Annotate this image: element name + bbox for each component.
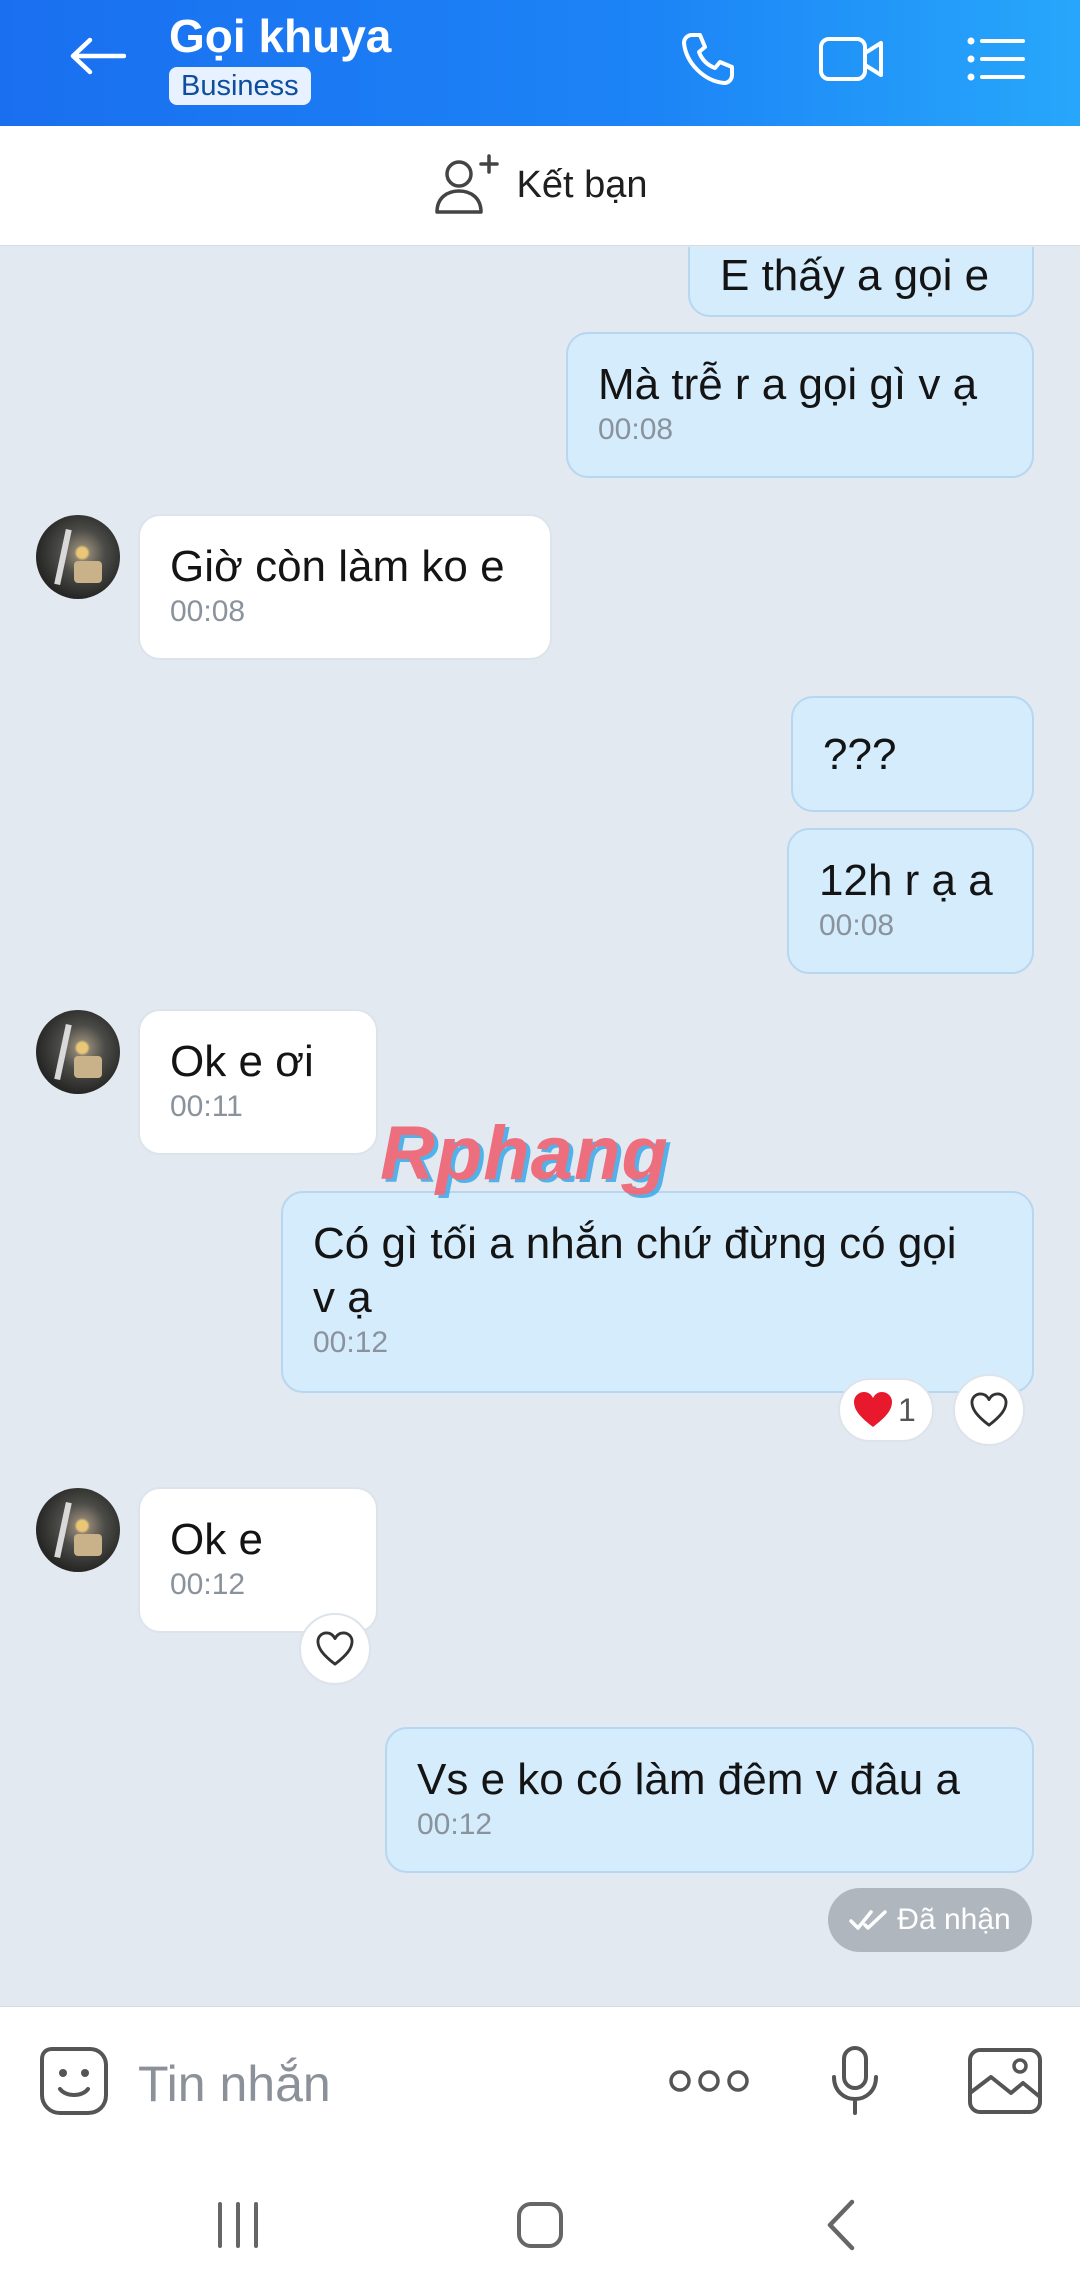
system-navigation-bar	[0, 2154, 1080, 2294]
message-text: 12h r ạ a	[819, 856, 993, 905]
chat-header: Gọi khuya Business	[0, 0, 1080, 126]
message-text-line2: v ạ	[313, 1273, 372, 1322]
message-time: 00:08	[598, 413, 674, 446]
message-composer: Tin nhắn	[0, 2006, 1080, 2154]
message-bubble-sent[interactable]: 12h r ạ a 00:08	[787, 828, 1034, 974]
message-text: Ok e	[170, 1515, 263, 1564]
video-call-icon	[819, 37, 883, 81]
message-time: 00:12	[417, 1808, 493, 1841]
message-bubble-sent[interactable]: Vs e ko có làm đêm v đâu a 00:12	[385, 1727, 1034, 1873]
sticker-button[interactable]	[34, 2041, 114, 2121]
message-input[interactable]: Tin nhắn	[138, 2055, 331, 2113]
system-back-button[interactable]	[802, 2190, 882, 2260]
contact-avatar[interactable]	[36, 1488, 120, 1572]
message-text: Có gì tối a nhắn chứ đừng có gọi	[313, 1219, 957, 1268]
heart-outline-icon	[970, 1392, 1008, 1427]
image-icon	[968, 2048, 1042, 2114]
message-bubble-sent[interactable]: Có gì tối a nhắn chứ đừng có gọi v ạ 00:…	[281, 1191, 1034, 1393]
back-icon	[827, 2199, 855, 2251]
more-button[interactable]	[664, 2041, 754, 2121]
video-call-button[interactable]	[813, 24, 889, 94]
double-check-icon	[849, 1910, 888, 1930]
message-text: Mà trễ r a gọi gì v ạ	[598, 360, 978, 409]
voice-button[interactable]	[815, 2041, 895, 2121]
message-time: 00:12	[170, 1568, 246, 1601]
business-badge: Business	[169, 67, 311, 105]
message-text: Giờ còn làm ko e	[170, 542, 505, 591]
sticker-icon	[40, 2047, 108, 2115]
message-text: Ok e ơi	[170, 1037, 314, 1086]
message-bubble-sent[interactable]: ???	[791, 696, 1034, 812]
more-icon	[669, 2070, 749, 2092]
message-text: ???	[823, 730, 897, 779]
list-menu-icon	[967, 37, 1025, 81]
recents-button[interactable]	[198, 2190, 278, 2260]
add-friend-bar[interactable]: Kết bạn	[0, 126, 1080, 246]
message-text: E thấy a gọi e	[720, 251, 990, 300]
message-time: 00:12	[313, 1326, 389, 1359]
react-button[interactable]	[299, 1613, 371, 1685]
message-time: 00:08	[819, 909, 895, 942]
recents-icon	[218, 2202, 258, 2248]
message-bubble-received[interactable]: Ok e ơi 00:11	[138, 1009, 378, 1155]
add-friend-label: Kết bạn	[516, 164, 648, 206]
call-button[interactable]	[670, 24, 746, 94]
phone-icon	[682, 33, 734, 85]
home-icon	[517, 2202, 563, 2248]
contact-avatar[interactable]	[36, 515, 120, 599]
heart-outline-icon	[316, 1631, 354, 1666]
message-text: Vs e ko có làm đêm v đâu a	[417, 1755, 960, 1804]
add-person-icon	[434, 153, 499, 214]
message-time: 00:08	[170, 595, 246, 628]
microphone-icon	[832, 2046, 878, 2115]
react-button[interactable]	[953, 1374, 1025, 1446]
delivery-status: Đã nhận	[828, 1888, 1032, 1952]
image-button[interactable]	[965, 2041, 1045, 2121]
message-time: 00:11	[170, 1090, 243, 1123]
menu-button[interactable]	[958, 24, 1034, 94]
message-bubble-received[interactable]: Ok e 00:12	[138, 1487, 378, 1633]
back-arrow-icon	[70, 37, 126, 75]
watermark-logo: Rphang	[380, 1111, 669, 1196]
reaction-summary[interactable]: 1	[838, 1378, 934, 1442]
heart-filled-icon	[854, 1392, 892, 1427]
back-button[interactable]	[58, 22, 136, 90]
message-bubble-received[interactable]: Giờ còn làm ko e 00:08	[138, 514, 552, 660]
message-bubble-sent[interactable]: Mà trễ r a gọi gì v ạ 00:08	[566, 332, 1034, 478]
reaction-count: 1	[898, 1391, 916, 1428]
delivery-status-label: Đã nhận	[897, 1903, 1011, 1936]
chat-title[interactable]: Gọi khuya	[169, 8, 391, 64]
contact-avatar[interactable]	[36, 1010, 120, 1094]
message-bubble-sent[interactable]: E thấy a gọi e	[688, 247, 1034, 317]
home-button[interactable]	[500, 2190, 580, 2260]
